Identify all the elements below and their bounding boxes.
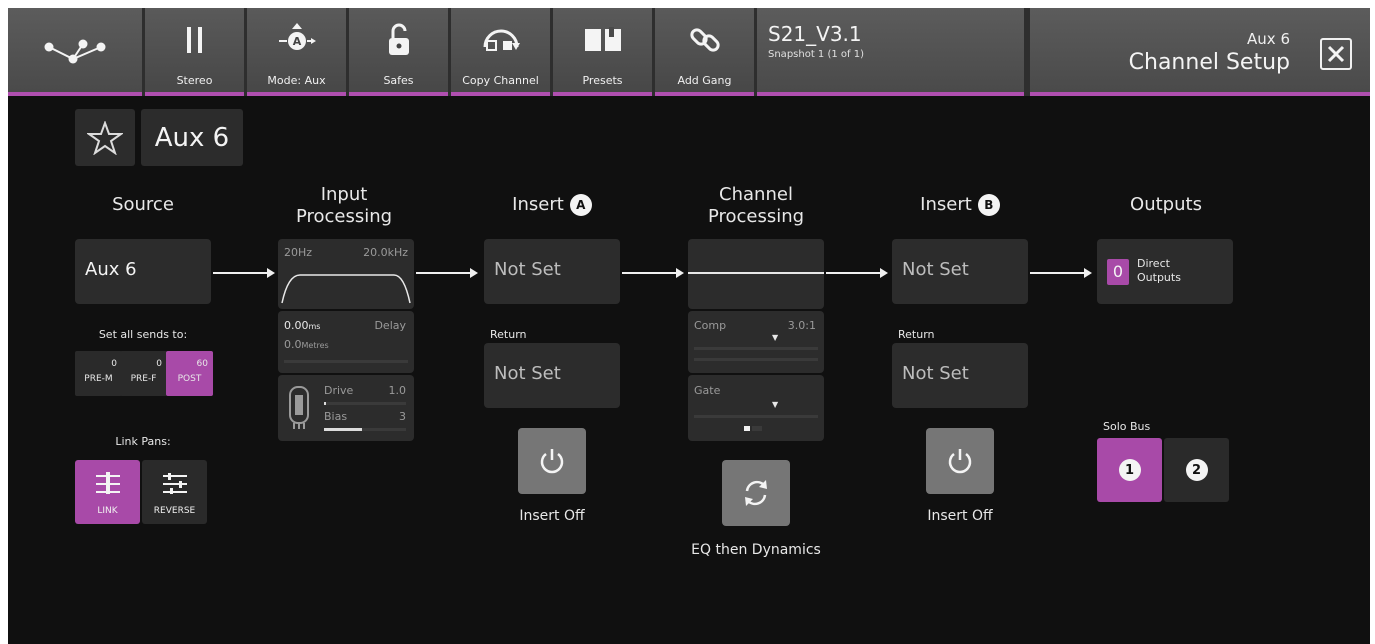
insert-b-power-button[interactable] xyxy=(926,428,994,494)
routing-button[interactable] xyxy=(8,8,142,96)
copy-channel-button[interactable]: Copy Channel xyxy=(451,8,550,96)
valve-tube-icon xyxy=(289,386,309,429)
presets-button[interactable]: Presets xyxy=(553,8,652,96)
sends-label: Set all sends to: xyxy=(98,328,188,341)
header-channel-name: Aux 6 xyxy=(1247,30,1290,48)
gate-indicator xyxy=(752,426,762,431)
gate-indicator xyxy=(744,426,750,431)
copy-channel-icon xyxy=(451,22,550,58)
send-post-button[interactable]: 60 POST xyxy=(166,351,213,396)
link-pans-reverse-button[interactable]: REVERSE xyxy=(142,460,207,524)
send-pre-f-button[interactable]: 0 PRE-F xyxy=(120,351,167,396)
bias-slider[interactable] xyxy=(324,428,406,431)
input-processing-heading: Input Processing xyxy=(295,184,393,227)
insert-b-heading: Insert B xyxy=(892,194,1028,216)
routing-icon xyxy=(8,34,142,70)
send-pre-m-button[interactable]: 0 PRE-M xyxy=(75,351,122,396)
mode-aux-button[interactable]: A Mode: Aux xyxy=(247,8,346,96)
insert-b-return-label: Return xyxy=(898,328,935,341)
svg-text:A: A xyxy=(292,35,301,48)
source-select[interactable]: Aux 6 xyxy=(75,239,211,304)
flow-arrow xyxy=(213,268,275,278)
insert-a-power-button[interactable] xyxy=(518,428,586,494)
snapshot-subtitle: Snapshot 1 (1 of 1) xyxy=(768,49,864,60)
mode-aux-icon: A xyxy=(247,22,346,58)
outputs-heading: Outputs xyxy=(1130,194,1202,215)
filter-panel[interactable]: 20Hz 20.0kHz xyxy=(278,239,414,309)
direct-outputs-count: 0 xyxy=(1107,259,1129,285)
gate-marker-icon: ▼ xyxy=(772,400,779,409)
gang-link-icon xyxy=(655,22,754,58)
flow-arrow xyxy=(826,268,888,278)
insert-a-heading: Insert A xyxy=(484,194,620,216)
safes-button[interactable]: Safes xyxy=(349,8,448,96)
comp-threshold-slider[interactable] xyxy=(694,347,818,350)
insert-a-state: Insert Off xyxy=(519,508,585,524)
power-icon xyxy=(540,449,564,474)
insert-a-send-select[interactable]: Not Set xyxy=(484,239,620,304)
reverse-pan-icon xyxy=(162,473,187,495)
processing-order-button[interactable] xyxy=(722,460,790,526)
link-pan-icon xyxy=(95,472,120,494)
insert-b-state: Insert Off xyxy=(927,508,993,524)
solo-bus-1-button[interactable]: 1 xyxy=(1097,438,1162,502)
book-icon xyxy=(553,22,652,58)
insert-b-return-select[interactable]: Not Set xyxy=(892,343,1028,408)
preamp-panel[interactable]: Drive 1.0 Bias 3 xyxy=(278,375,414,441)
snapshot-info[interactable]: S21_V3.1 Snapshot 1 (1 of 1) xyxy=(757,8,1024,96)
insert-a-badge: A xyxy=(569,194,592,216)
processing-order-label: EQ then Dynamics xyxy=(691,542,821,558)
header-title: Channel Setup xyxy=(1128,50,1290,75)
insert-a-return-select[interactable]: Not Set xyxy=(484,343,620,408)
favourite-button[interactable] xyxy=(75,109,135,166)
insert-b-badge: B xyxy=(977,194,1000,216)
comp-meter xyxy=(694,358,818,361)
eq-curve xyxy=(688,272,824,274)
stereo-button[interactable]: Stereo xyxy=(145,8,244,96)
flow-arrow xyxy=(416,268,478,278)
source-heading: Source xyxy=(112,194,174,215)
comp-marker-icon: ▼ xyxy=(772,333,779,342)
filter-curve xyxy=(281,274,411,304)
padlock-icon xyxy=(349,22,448,58)
channel-processing-heading: Channel Processing xyxy=(707,184,805,227)
gate-panel[interactable]: Gate ▼ xyxy=(688,375,824,441)
link-pans-label: Link Pans: xyxy=(115,435,171,448)
star-icon xyxy=(87,120,123,155)
stereo-icon xyxy=(145,22,244,58)
channel-setup-header: Aux 6 Channel Setup xyxy=(1030,8,1370,96)
channel-setup-screen: Stereo A Mode: Aux Safes Copy Channel Pr… xyxy=(8,8,1370,644)
delay-slider[interactable] xyxy=(284,360,408,363)
insert-a-return-label: Return xyxy=(490,328,527,341)
channel-name[interactable]: Aux 6 xyxy=(141,109,243,166)
gate-threshold-slider[interactable] xyxy=(694,415,818,418)
eq-panel[interactable] xyxy=(688,239,824,309)
top-toolbar: Stereo A Mode: Aux Safes Copy Channel Pr… xyxy=(8,8,1370,96)
snapshot-name: S21_V3.1 xyxy=(768,22,862,46)
link-pans-link-button[interactable]: LINK xyxy=(75,460,140,524)
close-button[interactable] xyxy=(1320,38,1352,70)
solo-bus-2-button[interactable]: 2 xyxy=(1164,438,1229,502)
swap-order-icon xyxy=(745,480,767,506)
direct-outputs-button[interactable]: 0 Direct Outputs xyxy=(1097,239,1233,304)
insert-b-send-select[interactable]: Not Set xyxy=(892,239,1028,304)
compressor-panel[interactable]: Comp 3.0:1 ▼ xyxy=(688,311,824,373)
flow-arrow xyxy=(622,268,684,278)
delay-panel[interactable]: 0.00ms Delay 0.0Metres xyxy=(278,311,414,373)
drive-slider[interactable] xyxy=(324,402,406,405)
power-icon xyxy=(948,449,972,474)
add-gang-button[interactable]: Add Gang xyxy=(655,8,754,96)
flow-arrow xyxy=(1030,268,1092,278)
close-icon xyxy=(1327,45,1345,63)
solo-bus-label: Solo Bus xyxy=(1103,420,1151,433)
